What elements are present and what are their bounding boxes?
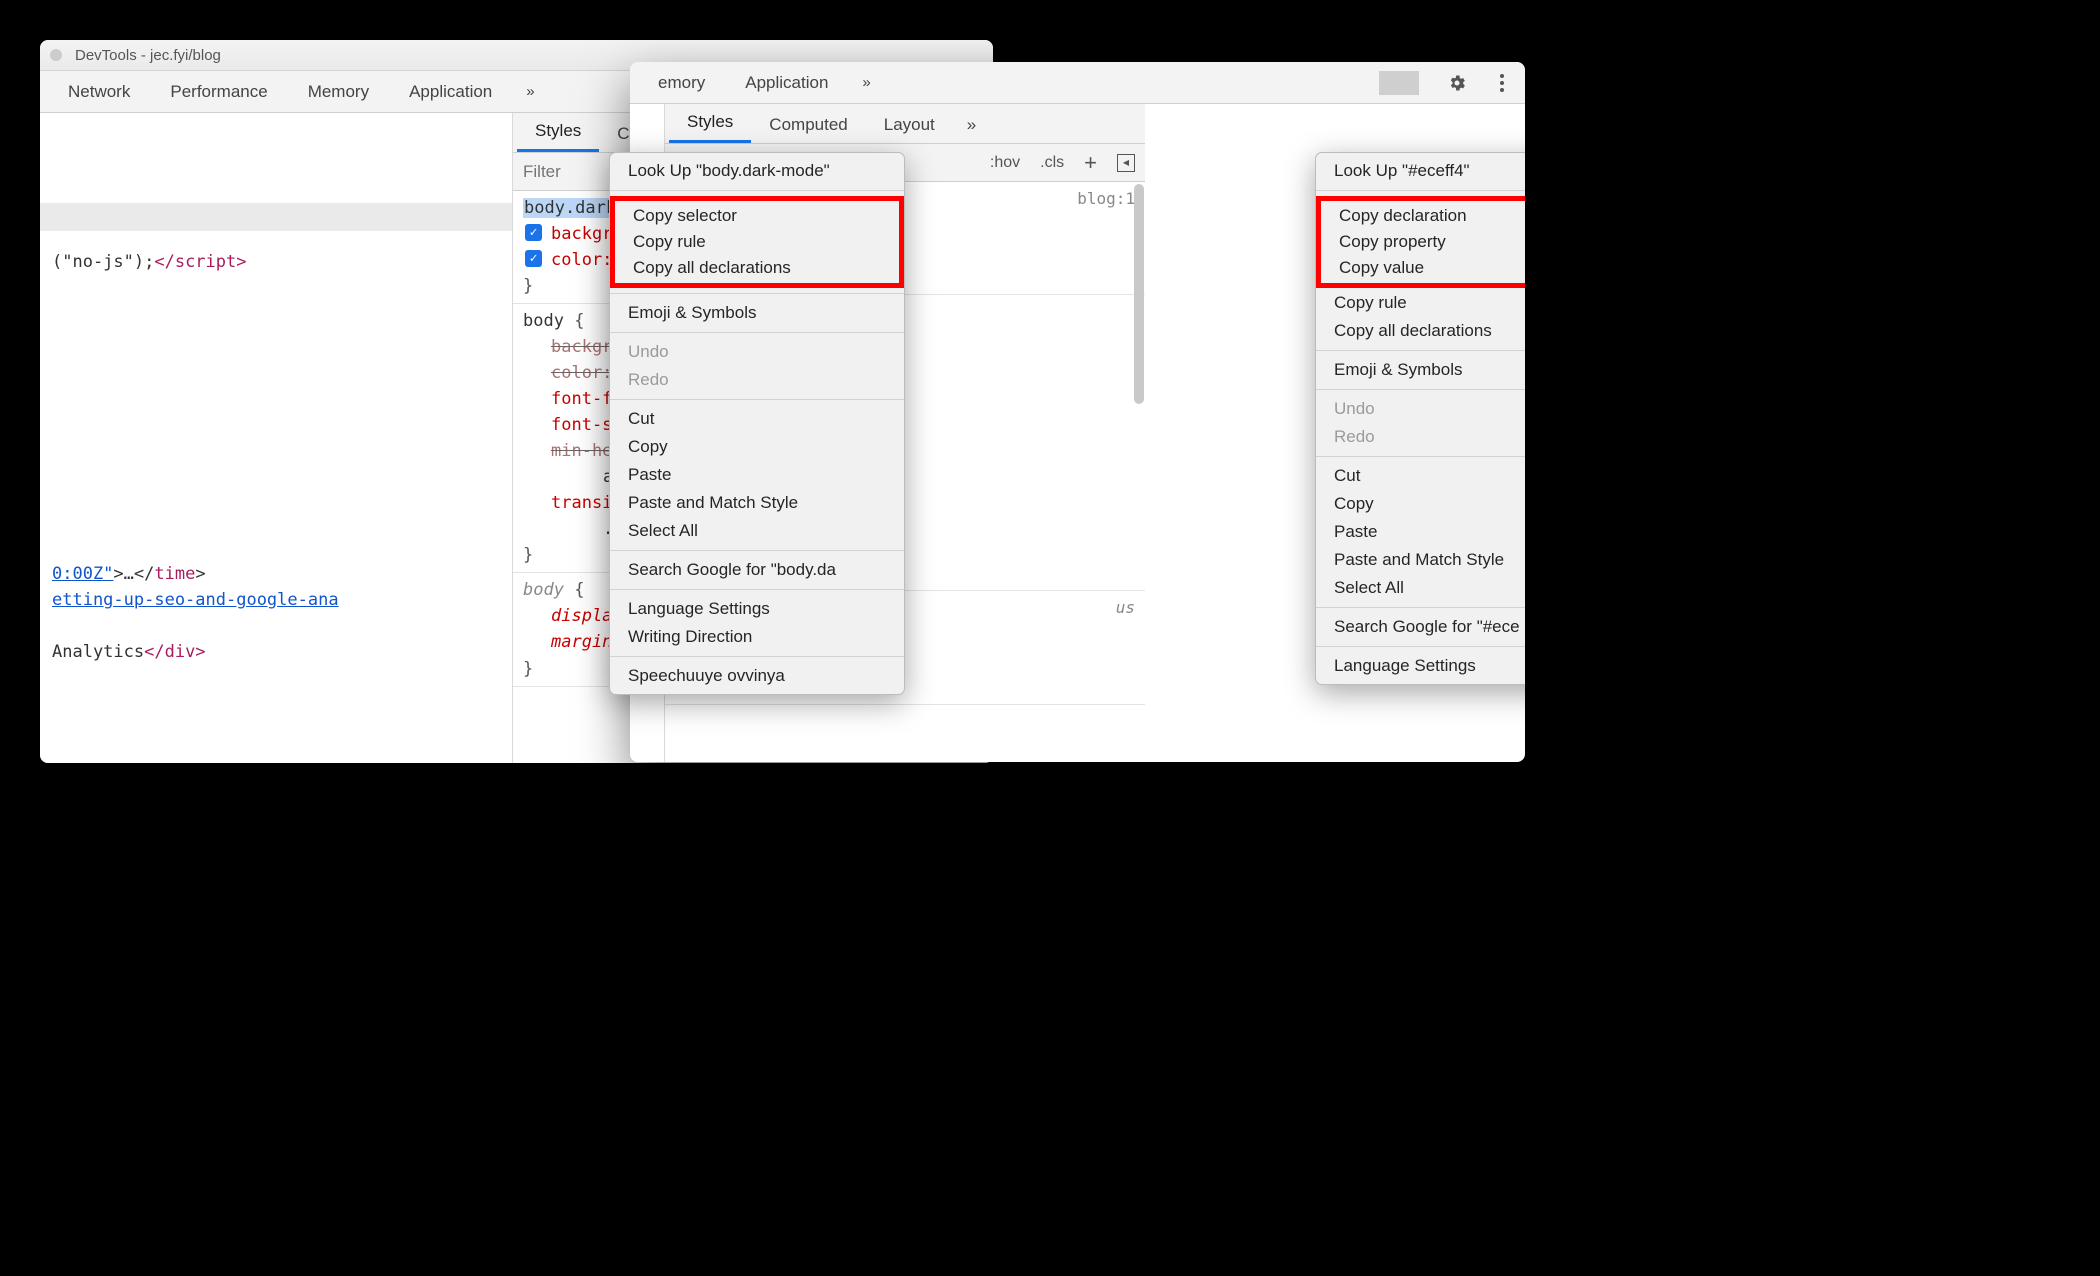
- scrollbar[interactable]: [1134, 184, 1144, 404]
- context-menu: Look Up "body.dark-mode" Copy selector C…: [609, 152, 905, 695]
- ctx-language-settings[interactable]: Language Settings: [610, 595, 904, 623]
- ctx-redo: Redo: [610, 366, 904, 394]
- ctx-copy-rule[interactable]: Copy rule: [615, 229, 899, 255]
- subtabs-overflow[interactable]: »: [953, 107, 990, 143]
- ctx-copy[interactable]: Copy: [1316, 490, 1525, 518]
- cls-toggle[interactable]: .cls: [1030, 154, 1074, 172]
- ctx-copy[interactable]: Copy: [610, 433, 904, 461]
- ctx-language-settings[interactable]: Language Settings: [1316, 652, 1525, 680]
- ctx-copy-value[interactable]: Copy value: [1321, 255, 1525, 281]
- ctx-undo: Undo: [610, 338, 904, 366]
- ctx-emoji[interactable]: Emoji & Symbols: [1316, 356, 1525, 384]
- ctx-copy-all-declarations[interactable]: Copy all declarations: [615, 255, 899, 281]
- source-code[interactable]: ("no-js");</script> 0:00Z">…</time> etti…: [40, 113, 512, 691]
- ctx-copy-declaration[interactable]: Copy declaration: [1321, 203, 1525, 229]
- toggle-pane-icon[interactable]: [1117, 154, 1135, 172]
- ctx-copy-rule[interactable]: Copy rule: [1316, 289, 1525, 317]
- ctx-speech[interactable]: Speechuuye ovvinya: [610, 662, 904, 690]
- traffic-light[interactable]: [50, 49, 62, 61]
- subtab-styles[interactable]: Styles: [669, 104, 751, 143]
- ctx-lookup[interactable]: Look Up "#eceff4": [1316, 157, 1525, 185]
- tab-performance[interactable]: Performance: [150, 82, 287, 102]
- highlight-copy-options: Copy selector Copy rule Copy all declara…: [610, 196, 904, 288]
- tabs-overflow[interactable]: »: [512, 83, 548, 100]
- ctx-paste-match[interactable]: Paste and Match Style: [1316, 546, 1525, 574]
- toggle-declaration-checkbox[interactable]: [525, 224, 542, 241]
- ctx-copy-property[interactable]: Copy property: [1321, 229, 1525, 255]
- ctx-search-google[interactable]: Search Google for "body.da: [610, 556, 904, 584]
- elements-pane: ("no-js");</script> 0:00Z">…</time> etti…: [40, 113, 513, 763]
- tab-application[interactable]: Application: [389, 82, 512, 102]
- ctx-copy-selector[interactable]: Copy selector: [615, 203, 899, 229]
- ctx-paste-match[interactable]: Paste and Match Style: [610, 489, 904, 517]
- context-menu: Look Up "#eceff4" Copy declaration Copy …: [1315, 152, 1525, 685]
- subtab-layout[interactable]: Layout: [866, 107, 953, 143]
- tab-memory[interactable]: emory: [638, 73, 725, 93]
- ctx-paste[interactable]: Paste: [610, 461, 904, 489]
- ctx-cut[interactable]: Cut: [610, 405, 904, 433]
- main-tab-strip: emory Application »: [630, 62, 1525, 104]
- ctx-paste[interactable]: Paste: [1316, 518, 1525, 546]
- ctx-emoji[interactable]: Emoji & Symbols: [610, 299, 904, 327]
- kebab-icon[interactable]: [1487, 73, 1517, 93]
- ctx-undo: Undo: [1316, 395, 1525, 423]
- tab-network[interactable]: Network: [48, 82, 150, 102]
- ctx-cut[interactable]: Cut: [1316, 462, 1525, 490]
- link-seo[interactable]: etting-up-seo-and-google-ana: [52, 590, 339, 610]
- tab-application[interactable]: Application: [725, 73, 848, 93]
- tab-memory[interactable]: Memory: [288, 82, 389, 102]
- tabs-overflow[interactable]: »: [848, 74, 884, 91]
- ctx-lookup[interactable]: Look Up "body.dark-mode": [610, 157, 904, 185]
- window-title: DevTools - jec.fyi/blog: [75, 40, 221, 71]
- ctx-copy-all-declarations[interactable]: Copy all declarations: [1316, 317, 1525, 345]
- settings-icon[interactable]: [1427, 73, 1487, 93]
- subtab-styles[interactable]: Styles: [517, 113, 599, 152]
- ctx-writing-direction[interactable]: Writing Direction: [610, 623, 904, 651]
- ctx-redo: Redo: [1316, 423, 1525, 451]
- ctx-select-all[interactable]: Select All: [1316, 574, 1525, 602]
- toggle-declaration-checkbox[interactable]: [525, 250, 542, 267]
- hov-toggle[interactable]: :hov: [980, 154, 1030, 172]
- ctx-select-all[interactable]: Select All: [610, 517, 904, 545]
- ctx-search-google[interactable]: Search Google for "#ece: [1316, 613, 1525, 641]
- new-rule-button[interactable]: +: [1074, 150, 1107, 176]
- highlight-copy-options: Copy declaration Copy property Copy valu…: [1316, 196, 1525, 288]
- subtab-computed[interactable]: Computed: [751, 107, 865, 143]
